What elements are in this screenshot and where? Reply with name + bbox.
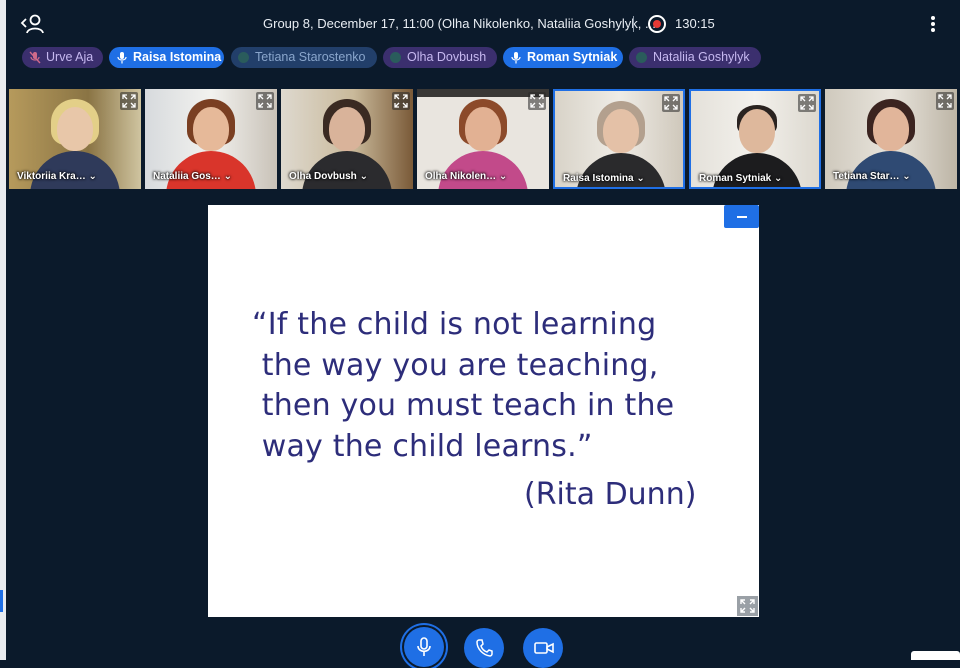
session-timer: 130:15 xyxy=(675,16,715,31)
talker-name: Nataliia Goshylyk xyxy=(653,50,750,64)
phone-icon xyxy=(476,639,493,657)
fullscreen-icon xyxy=(394,94,408,108)
left-edge-panel xyxy=(0,0,6,660)
talker-name: Roman Sytniak xyxy=(527,50,618,64)
fullscreen-icon xyxy=(740,599,755,613)
fullscreen-icon xyxy=(938,94,952,108)
fullscreen-button[interactable] xyxy=(120,92,138,110)
fullscreen-icon xyxy=(664,96,678,110)
talker-name: Tetiana Starostenko xyxy=(255,50,366,64)
video-label: Roman Sytniak ⌄ xyxy=(699,173,783,184)
fullscreen-icon xyxy=(530,94,544,108)
fullscreen-button[interactable] xyxy=(528,92,546,110)
video-label: Raisa Istomina ⌄ xyxy=(563,173,645,184)
presentation-slide: “If the child is not learning the way yo… xyxy=(208,205,759,617)
microphone-button[interactable] xyxy=(404,627,444,667)
microphone-icon xyxy=(511,52,521,64)
panel-indicator xyxy=(0,590,3,612)
meeting-title: Group 8, December 17, 11:00 (Olha Nikole… xyxy=(263,16,656,31)
kebab-icon xyxy=(931,16,935,20)
talker-name: Olha Dovbush xyxy=(407,50,487,64)
fullscreen-button[interactable] xyxy=(662,94,680,112)
video-label: Viktoriia Kra… ⌄ xyxy=(17,171,97,182)
fullscreen-button[interactable] xyxy=(798,94,816,112)
video-label: Nataliia Gos… ⌄ xyxy=(153,171,232,182)
microphone-icon xyxy=(117,52,127,64)
talker-pill-roman-sytniak[interactable]: Roman Sytniak xyxy=(503,47,623,68)
record-icon[interactable] xyxy=(648,15,666,33)
talker-name: Raisa Istomina xyxy=(133,50,222,64)
video-tile-olha-nikolenko[interactable]: Olha Nikolen… ⌄ xyxy=(417,89,549,189)
slide-quote: “If the child is not learning the way yo… xyxy=(252,307,675,464)
presentation-fullscreen-button[interactable] xyxy=(737,596,758,616)
user-list-toggle-button[interactable] xyxy=(20,12,46,36)
header-bar: Group 8, December 17, 11:00 (Olha Nikole… xyxy=(6,0,960,46)
talker-pill-raisa-istomina[interactable]: Raisa Istomina xyxy=(109,47,224,68)
video-tile-viktoriia[interactable]: Viktoriia Kra… ⌄ xyxy=(9,89,141,189)
video-label: Tetiana Star… ⌄ xyxy=(833,171,911,182)
microphone-icon xyxy=(417,637,431,656)
leave-audio-button[interactable] xyxy=(464,628,504,668)
video-strip: Viktoriia Kra… ⌄ Nataliia Gos… ⌄ Olha Do… xyxy=(9,89,960,189)
fullscreen-icon xyxy=(122,94,136,108)
idle-dot-icon xyxy=(390,52,401,63)
camera-icon xyxy=(534,642,554,654)
video-tile-olha-dovbush[interactable]: Olha Dovbush ⌄ xyxy=(281,89,413,189)
talker-pill-urve-aja[interactable]: Urve Aja xyxy=(22,47,103,68)
share-webcam-button[interactable] xyxy=(523,628,563,668)
talker-name: Urve Aja xyxy=(46,50,94,64)
fullscreen-button[interactable] xyxy=(936,92,954,110)
corner-widget xyxy=(911,651,960,660)
video-label: Olha Dovbush ⌄ xyxy=(289,171,368,182)
video-tile-tetiana[interactable]: Tetiana Star… ⌄ xyxy=(825,89,957,189)
video-tile-roman-sytniak[interactable]: Roman Sytniak ⌄ xyxy=(689,89,821,189)
talking-indicator-bar: Urve Aja Raisa Istomina Tetiana Staroste… xyxy=(22,47,952,69)
talker-pill-tetiana-starostenko[interactable]: Tetiana Starostenko xyxy=(231,47,377,68)
fullscreen-button[interactable] xyxy=(256,92,274,110)
fullscreen-button[interactable] xyxy=(392,92,410,110)
video-tile-raisa-istomina[interactable]: Raisa Istomina ⌄ xyxy=(553,89,685,189)
idle-dot-icon xyxy=(238,52,249,63)
talker-pill-olha-dovbush[interactable]: Olha Dovbush xyxy=(383,47,497,68)
slide-author: (Rita Dunn) xyxy=(524,477,697,512)
minimize-presentation-button[interactable] xyxy=(724,205,759,228)
fullscreen-icon xyxy=(800,96,814,110)
fullscreen-icon xyxy=(258,94,272,108)
user-list-icon xyxy=(20,14,44,34)
header-divider xyxy=(633,16,634,32)
mic-muted-icon xyxy=(29,51,41,64)
video-tile-nataliia[interactable]: Nataliia Gos… ⌄ xyxy=(145,89,277,189)
video-label: Olha Nikolen… ⌄ xyxy=(425,171,508,182)
idle-dot-icon xyxy=(636,52,647,63)
options-menu-button[interactable] xyxy=(930,16,936,34)
talker-pill-nataliia-goshylyk[interactable]: Nataliia Goshylyk xyxy=(629,47,761,68)
